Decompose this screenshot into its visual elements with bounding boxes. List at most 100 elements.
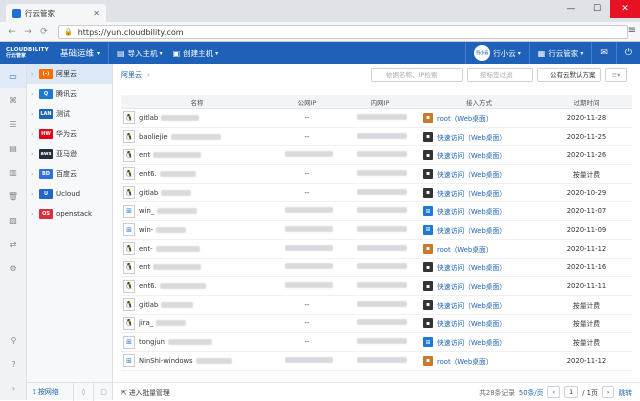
switch-icon[interactable]: ⇄ [0, 232, 26, 256]
table-row[interactable]: 🐧 gitlab -- ▪ root（Web桌面） 2020-11-28 [121, 109, 632, 128]
host-name[interactable]: ent6. [139, 282, 157, 290]
network-icon[interactable]: ⌘ [0, 88, 26, 112]
import-host-button[interactable]: ▤ 导入主机 ▾ [117, 48, 163, 59]
cloud-item[interactable]: › aws 亚马逊 [27, 144, 112, 164]
per-page-select[interactable]: 50条/页 [519, 387, 544, 397]
browser-menu-icon[interactable]: ≡ [628, 25, 636, 36]
col-private-ip[interactable]: 内网IP [343, 97, 417, 107]
next-page-button[interactable]: › [601, 386, 615, 398]
help-icon[interactable]: ? [0, 352, 27, 376]
monitor-icon[interactable]: ▭ [0, 64, 26, 88]
host-name[interactable]: win_ [139, 207, 154, 215]
access-link[interactable]: 快速访问（Web桌面） [437, 169, 506, 179]
prev-page-button[interactable]: ‹ [547, 386, 561, 398]
settings-icon[interactable]: ⚙ [0, 256, 26, 280]
account-select[interactable]: 公有云默认方案 [537, 68, 601, 82]
table-row[interactable]: 🐧 ent ▪ 快速访问（Web桌面） 2020-11-16 [121, 259, 632, 278]
product-switcher[interactable]: ▦ 行云管家 ▾ [528, 42, 592, 64]
back-icon[interactable]: ← [4, 27, 20, 37]
table-row[interactable]: 🐧 ent ▪ 快速访问（Web桌面） 2020-11-26 [121, 146, 632, 166]
col-name[interactable]: 名称 [121, 97, 271, 107]
host-name[interactable]: gitlab [139, 189, 158, 197]
access-link[interactable]: 快速访问（Web桌面） [437, 225, 506, 235]
table-row[interactable]: ⊞ win_ ⊞ 快速访问（Web桌面） 2020-11-07 [121, 202, 632, 222]
reload-icon[interactable]: ⟳ [36, 27, 52, 37]
host-name[interactable]: ent6. [139, 170, 157, 178]
table-row[interactable]: 🐧 ent- ▪ root（Web桌面） 2020-11-12 [121, 240, 632, 259]
access-link[interactable]: 快速访问（Web桌面） [437, 300, 506, 310]
host-name[interactable]: gitlab [139, 114, 158, 122]
access-link[interactable]: 快速访问（Web桌面） [437, 132, 506, 142]
host-name[interactable]: tongjun [139, 338, 165, 346]
browser-tab[interactable]: 行云管家 ✕ [6, 4, 106, 22]
expand-icon[interactable]: › [0, 376, 27, 400]
trash-icon[interactable]: 🗑 [0, 184, 26, 208]
cloud-item[interactable]: › OS openstack [27, 204, 112, 224]
table-row[interactable]: 🐧 ent6. ▪ 快速访问（Web桌面） 2020-11-11 [121, 277, 632, 296]
access-link[interactable]: root（Web桌面） [437, 113, 493, 123]
chart-icon[interactable]: ▧ [0, 208, 26, 232]
access-link[interactable]: 快速访问（Web桌面） [437, 150, 506, 160]
folder-icon[interactable]: ▢ [93, 382, 113, 401]
access-link[interactable]: root（Web桌面） [437, 356, 493, 366]
cloud-item[interactable]: › LAN 测试 [27, 104, 112, 124]
access-link[interactable]: 快速访问（Web桌面） [437, 281, 506, 291]
filter-menu-icon[interactable]: ≡▾ [605, 68, 627, 82]
logo[interactable]: CLOUDBILITY 行云管家 [0, 42, 54, 64]
batch-manage-button[interactable]: ⇱ 进入批量管理 [113, 387, 170, 397]
access-link[interactable]: 快速访问（Web桌面） [437, 188, 506, 198]
page-input[interactable]: 1 [564, 386, 579, 398]
cloud-item[interactable]: › U Ucloud [27, 184, 112, 204]
host-name[interactable]: gitlab [139, 301, 158, 309]
maximize-icon[interactable]: ☐ [584, 0, 610, 18]
jump-button[interactable]: 跳转 [618, 387, 632, 397]
tag-filter[interactable]: 按标签过滤 [467, 68, 533, 82]
access-link[interactable]: root（Web桌面） [437, 244, 493, 254]
create-host-button[interactable]: ▣ 创建主机 ▾ [173, 48, 219, 59]
access-link[interactable]: 快速访问（Web桌面） [437, 337, 506, 347]
search-input[interactable]: 依据名称、IP检索 [371, 68, 463, 82]
server-icon[interactable]: ▥ [0, 160, 26, 184]
chevron-down-icon: ▾ [580, 49, 584, 57]
cloud-item[interactable]: › Q 腾讯云 [27, 84, 112, 104]
host-name[interactable]: jira_ [139, 319, 153, 327]
table-row[interactable]: ⊞ NinShi-windows ▪ root（Web桌面） 2020-11-12 [121, 352, 632, 371]
access-link[interactable]: 快速访问（Web桌面） [437, 262, 506, 272]
search-icon[interactable]: ⚲ [0, 328, 27, 352]
power-icon[interactable]: ⏻ [615, 42, 640, 64]
table-row[interactable]: ⊞ win- ⊞ 快速访问（Web桌面） 2020-11-09 [121, 221, 632, 240]
table-row[interactable]: 🐧 jira_ -- ▪ 快速访问（Web桌面） 按量计费 [121, 315, 632, 334]
table-row[interactable]: 🐧 ent6. -- ▪ 快速访问（Web桌面） 按量计费 [121, 165, 632, 184]
col-access[interactable]: 接入方式 [417, 97, 541, 107]
host-name[interactable]: ent [139, 151, 150, 159]
host-name[interactable]: win- [139, 226, 153, 234]
cloud-item[interactable]: › BD 百度云 [27, 164, 112, 184]
table-row[interactable]: 🐧 gitlab -- ▪ 快速访问（Web桌面） 2020-10-29 [121, 184, 632, 203]
col-public-ip[interactable]: 公网IP [271, 97, 343, 107]
breadcrumb-item[interactable]: 阿里云 [121, 70, 142, 80]
host-name[interactable]: NinShi-windows [139, 357, 193, 365]
table-row[interactable]: ⊞ tongjun -- ⊞ 快速访问（Web桌面） 按量计费 [121, 333, 632, 352]
user-menu[interactable]: 行小云 行小云 ▾ [465, 42, 529, 64]
by-network-toggle[interactable]: ⟟ 按网络 [27, 387, 73, 397]
cloud-item[interactable]: › HW 华为云 [27, 124, 112, 144]
url-field[interactable]: 🔒 https://yun.cloudbility.com [58, 25, 628, 39]
storage-icon[interactable]: ▤ [0, 136, 26, 160]
cloud-item[interactable]: › (-) 阿里云 [27, 64, 112, 84]
close-tab-icon[interactable]: ✕ [93, 9, 100, 18]
col-expire[interactable]: 过期时间 [541, 97, 632, 107]
close-window-icon[interactable]: ✕ [610, 0, 640, 18]
database-icon[interactable]: ☰ [0, 112, 26, 136]
mail-icon[interactable]: ✉ [591, 42, 616, 64]
host-name[interactable]: baoliejie [139, 133, 168, 141]
access-link[interactable]: 快速访问（Web桌面） [437, 318, 506, 328]
table-row[interactable]: 🐧 baoliejie -- ▪ 快速访问（Web桌面） 2020-11-25 [121, 128, 632, 147]
table-row[interactable]: 🐧 gitlab -- ▪ 快速访问（Web桌面） 按量计费 [121, 296, 632, 315]
forward-icon[interactable]: → [20, 27, 36, 37]
minimize-icon[interactable]: — [558, 0, 584, 18]
tag-icon[interactable]: ◊ [73, 382, 93, 401]
module-title[interactable]: 基础运维 [60, 47, 94, 59]
access-link[interactable]: 快速访问（Web桌面） [437, 206, 506, 216]
host-name[interactable]: ent [139, 263, 150, 271]
host-name[interactable]: ent- [139, 245, 153, 253]
